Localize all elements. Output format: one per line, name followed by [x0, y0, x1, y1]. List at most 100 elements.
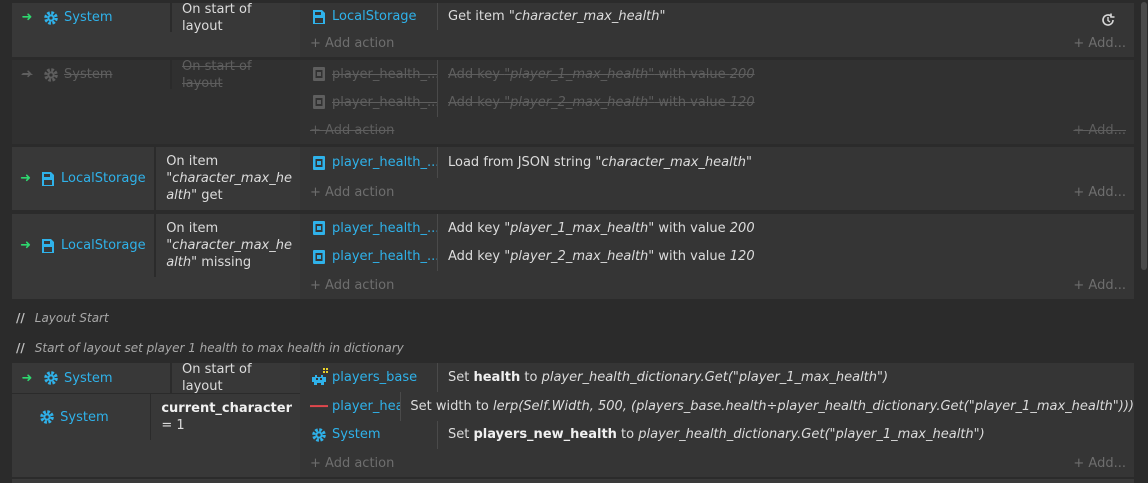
add-action-link[interactable]: Add action — [310, 278, 394, 293]
add-action-link[interactable]: Add action — [310, 456, 394, 471]
action-row[interactable]: player_health_... Add key "player_1_max_… — [300, 60, 1134, 89]
event-actions[interactable]: player_health_... Add key "player_1_max_… — [300, 214, 1134, 299]
action-row[interactable]: player_health_... Load from JSON string … — [300, 147, 1134, 178]
add-action-link[interactable]: Add action — [310, 185, 394, 200]
action-object-name: player_health1 — [332, 398, 400, 414]
event-block-3[interactable]: ➜ LocalStorage On item "character_max_he… — [12, 147, 1134, 210]
condition-line: get — [197, 188, 223, 203]
add-more-link[interactable]: Add... — [1073, 185, 1126, 200]
localstorage-icon — [310, 8, 328, 26]
event-actions[interactable]: player_health_... Add key "player_1_max_… — [300, 60, 1134, 144]
event-block-5[interactable]: ➜ System On start of layout System curre… — [12, 361, 1134, 477]
action-object[interactable]: player_health_... — [300, 248, 437, 266]
event-block-4[interactable]: ➜ LocalStorage On item "character_max_he… — [12, 214, 1134, 299]
vertical-scrollbar[interactable] — [1139, 0, 1148, 481]
action-row[interactable]: player_health_... Add key "player_2_max_… — [300, 88, 1134, 117]
action-text[interactable]: Add key "player_1_max_health" with value… — [438, 67, 1134, 82]
comment-row[interactable]: // Start of layout set player 1 health to… — [16, 341, 404, 355]
condition-row[interactable]: ➜ System On start of layout — [12, 58, 300, 92]
action-text[interactable]: Set width to lerp(Self.Width, 500, (play… — [400, 399, 1134, 414]
action-text[interactable]: Add key "player_1_max_health" with value… — [438, 221, 1134, 236]
sprite-icon — [310, 368, 328, 386]
action-prefix: Set — [448, 427, 474, 443]
condition-row[interactable]: System current_character = 1 — [12, 394, 300, 440]
action-text[interactable]: Add key "player_2_max_health" with value… — [438, 249, 1134, 264]
action-row[interactable]: LocalStorage Get item "character_max_hea… — [300, 3, 1134, 31]
event-conditions[interactable]: ➜ LocalStorage On item "character_max_he… — [12, 214, 300, 299]
action-variable: health — [473, 369, 521, 385]
comment-row[interactable]: // Layout Start — [16, 311, 109, 325]
condition-object-name: LocalStorage — [61, 238, 146, 253]
add-action-link[interactable]: Add action — [310, 123, 394, 138]
condition-row[interactable]: ➜ System On start of layout — [12, 361, 300, 395]
scrollbar-thumb[interactable] — [1141, 2, 1147, 270]
gear-icon — [38, 408, 56, 426]
add-more-link[interactable]: Add... — [1073, 278, 1126, 293]
condition-row[interactable]: ➜ LocalStorage On item "character_max_he… — [12, 214, 300, 277]
event-block-2-disabled[interactable]: ➜ System On start of layout player_healt… — [12, 58, 1134, 144]
condition-text[interactable]: On start of layout — [172, 361, 300, 395]
action-text[interactable]: Add key "player_2_max_health" with value… — [438, 95, 1134, 110]
action-object[interactable]: player_health_... — [300, 65, 437, 83]
event-actions[interactable]: players_base Set health to player_health… — [300, 363, 1134, 477]
add-more-link[interactable]: Add... — [1073, 36, 1126, 51]
condition-object[interactable]: LocalStorage — [39, 170, 154, 188]
action-text[interactable]: Set health to player_health_dictionary.G… — [438, 370, 1134, 385]
action-object[interactable]: player_health_... — [300, 93, 437, 111]
event-conditions[interactable]: ➜ System On start of layout System curre… — [12, 361, 300, 477]
add-action-link[interactable]: Add action — [310, 36, 394, 51]
condition-text[interactable]: On item "character_max_he alth" missing — [156, 220, 300, 271]
condition-object[interactable]: System — [38, 408, 149, 426]
condition-object[interactable]: System — [42, 369, 170, 387]
event-conditions[interactable]: ➜ System On start of layout — [12, 58, 300, 144]
event-actions[interactable]: LocalStorage Get item "character_max_hea… — [300, 3, 1134, 57]
action-text[interactable]: Set players_new_health to player_health_… — [438, 427, 1134, 442]
action-object[interactable]: LocalStorage — [300, 8, 437, 26]
action-row[interactable]: players_base Set health to player_health… — [300, 363, 1134, 392]
action-text[interactable]: Get item "character_max_health" — [438, 9, 1134, 24]
event-conditions[interactable]: ➜ LocalStorage On item "character_max_he… — [12, 147, 300, 210]
trigger-arrow-icon: ➜ — [21, 67, 33, 82]
action-expression: lerp(Self.Width, 500, (players_base.heal… — [493, 398, 1134, 414]
comment-marker: // — [16, 341, 25, 355]
condition-text[interactable]: On start of layout — [172, 1, 300, 35]
action-variable: players_new_health — [473, 427, 617, 443]
condition-param: "character_max_he — [166, 171, 292, 186]
condition-text[interactable]: On item "character_max_he alth" get — [156, 153, 300, 204]
action-text[interactable]: Load from JSON string "character_max_hea… — [438, 155, 1134, 170]
action-row[interactable]: player_health_... Add key "player_2_max_… — [300, 242, 1134, 272]
condition-text[interactable]: On start of layout — [172, 58, 300, 92]
condition-row[interactable]: ➜ System On start of layout — [12, 1, 300, 35]
action-key: "player_1_max_health" — [504, 66, 655, 82]
action-mid: with value — [654, 94, 730, 110]
gear-icon — [42, 66, 60, 84]
add-more-link[interactable]: Add... — [1073, 456, 1126, 471]
action-object[interactable]: player_health_... — [300, 154, 437, 172]
action-key: "player_2_max_health" — [504, 94, 655, 110]
condition-text[interactable]: current_character = 1 — [151, 400, 300, 434]
condition-object[interactable]: LocalStorage — [39, 237, 154, 255]
action-prefix: Add key — [448, 220, 505, 236]
condition-line: = 1 — [161, 418, 185, 433]
condition-object[interactable]: System — [42, 66, 170, 84]
add-action-row: Add action Add... — [300, 30, 1134, 57]
add-more-link[interactable]: Add... — [1073, 123, 1126, 138]
condition-object[interactable]: System — [42, 9, 170, 27]
action-object[interactable]: System — [300, 426, 437, 444]
action-mid: to — [520, 369, 542, 385]
action-object[interactable]: player_health_... — [300, 219, 437, 237]
event-actions[interactable]: player_health_... Load from JSON string … — [300, 147, 1134, 210]
condition-row[interactable]: ➜ LocalStorage On item "character_max_he… — [12, 147, 300, 210]
localstorage-icon — [39, 170, 57, 188]
action-object[interactable]: players_base — [300, 368, 437, 386]
action-row[interactable]: player_health_... Add key "player_1_max_… — [300, 214, 1134, 243]
dictionary-icon — [310, 65, 328, 83]
event-block-1[interactable]: ➜ System On start of layout LocalStorage… — [12, 1, 1134, 57]
action-row[interactable]: System Set players_new_health to player_… — [300, 420, 1134, 450]
action-prefix: Get item — [448, 9, 509, 25]
action-row[interactable]: player_health1 Set width to lerp(Self.Wi… — [300, 391, 1134, 421]
gear-icon — [310, 426, 328, 444]
action-object[interactable]: player_health1 — [300, 397, 400, 415]
event-conditions[interactable]: ➜ System On start of layout — [12, 1, 300, 57]
restart-icon[interactable] — [1100, 12, 1116, 28]
